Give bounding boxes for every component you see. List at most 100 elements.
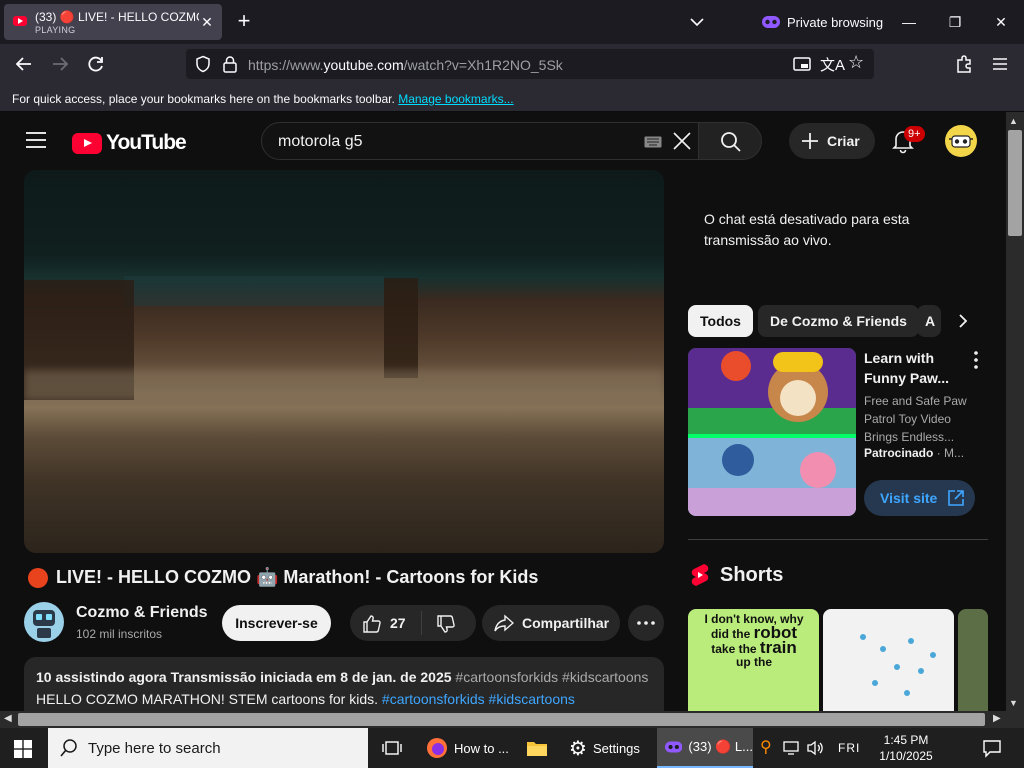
- reload-icon[interactable]: [86, 54, 106, 74]
- scroll-left-arrow-icon[interactable]: ◀: [4, 713, 12, 724]
- tracking-shield-icon[interactable]: [194, 55, 212, 73]
- task-view-icon[interactable]: [382, 738, 402, 758]
- filter-chip-partial[interactable]: A: [917, 305, 941, 337]
- live-red-dot-icon: [28, 567, 48, 588]
- scroll-up-arrow-icon[interactable]: ▲: [1009, 116, 1018, 126]
- video-title: LIVE! - HELLO COZMO 🤖 Marathon! - Cartoo…: [28, 567, 538, 588]
- subscribe-button[interactable]: Inscrever-se: [222, 605, 331, 641]
- ad-more-vertical-dots-icon[interactable]: [968, 350, 984, 370]
- search-icon: [721, 132, 741, 152]
- youtube-masthead: YouTube motorola g5 Criar 9+: [0, 112, 1006, 170]
- bookmarks-hint-text: For quick access, place your bookmarks h…: [12, 92, 395, 106]
- more-horizontal-dots-icon: [637, 621, 655, 625]
- private-browsing-indicator: Private browsing: [762, 12, 883, 32]
- visit-site-button[interactable]: Visit site: [864, 480, 975, 516]
- app-menu-hamburger-icon[interactable]: [990, 54, 1010, 74]
- like-dislike-group: 27: [350, 605, 476, 641]
- taskbar-tray-app-icon[interactable]: ⚲: [760, 737, 772, 757]
- video-frame-shape: [24, 370, 664, 400]
- guide-menu-icon[interactable]: [26, 132, 46, 148]
- plus-icon: [802, 133, 818, 149]
- video-player[interactable]: [24, 170, 664, 553]
- taskbar-app-file-explorer[interactable]: [518, 728, 556, 768]
- description-hashtags: #cartoonsforkids #kidscartoons: [455, 669, 649, 685]
- clear-search-icon[interactable]: [672, 131, 692, 151]
- window-restore-button[interactable]: ❐: [945, 12, 965, 32]
- forward-arrow-icon[interactable]: [50, 54, 70, 74]
- tab-close-icon[interactable]: ✕: [198, 13, 216, 31]
- search-button[interactable]: [698, 122, 762, 160]
- taskbar-clock[interactable]: 1:45 PM 1/10/2025: [876, 732, 936, 764]
- gear-icon: ⚙: [569, 737, 587, 760]
- taskbar-app-private-window[interactable]: (33) 🔴 L...: [657, 728, 753, 768]
- visit-site-label: Visit site: [880, 490, 938, 506]
- short-thumbnail-text: I don't know, why did the robot take the…: [704, 612, 804, 669]
- search-input[interactable]: motorola g5: [261, 122, 699, 160]
- picture-in-picture-icon[interactable]: [793, 56, 811, 72]
- private-mask-icon: [665, 741, 683, 753]
- volume-icon[interactable]: [806, 740, 824, 756]
- back-arrow-icon[interactable]: [14, 54, 34, 74]
- video-frame-shape: [384, 278, 418, 378]
- create-button[interactable]: Criar: [789, 123, 875, 159]
- ad-sponsored-label: Patrocinado: [864, 446, 934, 460]
- short-thumbnail[interactable]: [958, 609, 988, 711]
- taskbar-app-settings[interactable]: ⚙ Settings: [561, 728, 655, 768]
- shorts-heading: Shorts: [690, 563, 783, 587]
- window-close-button[interactable]: ✕: [991, 12, 1011, 32]
- bookmark-star-icon[interactable]: ☆: [848, 52, 864, 73]
- manage-bookmarks-link[interactable]: Manage bookmarks...: [398, 92, 513, 106]
- horizontal-scrollbar-thumb[interactable]: [18, 713, 985, 726]
- shorts-label: Shorts: [720, 563, 784, 586]
- lock-icon[interactable]: [222, 55, 238, 73]
- short-thumbnail[interactable]: [823, 609, 954, 711]
- scroll-down-arrow-icon[interactable]: ▼: [1009, 698, 1018, 708]
- like-thumb-up-icon[interactable]: [362, 614, 382, 634]
- description-hashtag-links[interactable]: #cartoonsforkids #kidscartoons: [382, 691, 575, 707]
- youtube-favicon-icon: [13, 16, 27, 26]
- taskbar-weekday: FRI: [838, 741, 861, 755]
- subscriber-count: 102 mil inscritos: [76, 627, 163, 641]
- tab-title: (33) 🔴 LIVE! - HELLO COZMO: [35, 10, 199, 24]
- address-bar[interactable]: https://www.youtube.com/watch?v=Xh1R2NO_…: [186, 49, 874, 79]
- chips-next-chevron-icon[interactable]: [954, 312, 972, 330]
- firefox-icon: [427, 738, 447, 758]
- video-description[interactable]: 10 assistindo agora Transmissão iniciada…: [24, 657, 664, 711]
- translate-icon[interactable]: 文A: [820, 54, 845, 75]
- share-button[interactable]: Compartilhar: [482, 605, 620, 641]
- filter-chip-all[interactable]: Todos: [688, 305, 753, 337]
- extensions-puzzle-icon[interactable]: [954, 54, 974, 74]
- windows-start-icon[interactable]: [14, 740, 32, 758]
- short-thumbnail[interactable]: I don't know, why did the robot take the…: [688, 609, 819, 711]
- video-title-text: LIVE! - HELLO COZMO 🤖 Marathon! - Cartoo…: [56, 567, 539, 587]
- folder-icon: [527, 742, 547, 756]
- taskbar-search-box[interactable]: Type here to search: [48, 728, 368, 768]
- url-text[interactable]: https://www.youtube.com/watch?v=Xh1R2NO_…: [248, 57, 563, 73]
- channel-name[interactable]: Cozmo & Friends: [76, 604, 208, 622]
- share-label: Compartilhar: [522, 615, 610, 631]
- network-icon[interactable]: [783, 740, 801, 756]
- ad-thumbnail[interactable]: [688, 348, 856, 516]
- account-avatar[interactable]: [945, 125, 977, 157]
- tab-list-chevron-icon[interactable]: [686, 12, 708, 32]
- dislike-thumb-down-icon[interactable]: [436, 614, 456, 634]
- filter-chip-from-channel[interactable]: De Cozmo & Friends: [758, 305, 919, 337]
- vertical-scrollbar-thumb[interactable]: [1008, 130, 1022, 236]
- section-divider: [688, 539, 988, 540]
- scroll-right-arrow-icon[interactable]: ▶: [993, 713, 1001, 724]
- like-count[interactable]: 27: [390, 615, 406, 631]
- description-text: HELLO COZMO MARATHON! STEM cartoons for …: [36, 691, 379, 707]
- notifications-center-icon[interactable]: [982, 738, 1002, 758]
- new-tab-button[interactable]: +: [232, 10, 256, 34]
- keyboard-icon[interactable]: [644, 136, 662, 148]
- youtube-logo[interactable]: YouTube: [72, 131, 187, 155]
- browser-tab-active[interactable]: (33) 🔴 LIVE! - HELLO COZMO PLAYING ✕: [4, 4, 222, 40]
- taskbar-app-firefox[interactable]: How to ...: [418, 728, 516, 768]
- ad-title[interactable]: Learn with Funny Paw...: [864, 348, 964, 388]
- more-actions-button[interactable]: [628, 605, 664, 641]
- chat-disabled-message: O chat está desativado para esta transmi…: [704, 211, 910, 248]
- window-minimize-button[interactable]: —: [899, 12, 919, 32]
- channel-avatar[interactable]: [24, 602, 64, 642]
- share-arrow-icon: [494, 614, 514, 632]
- description-stats: 10 assistindo agora Transmissão iniciada…: [36, 669, 452, 685]
